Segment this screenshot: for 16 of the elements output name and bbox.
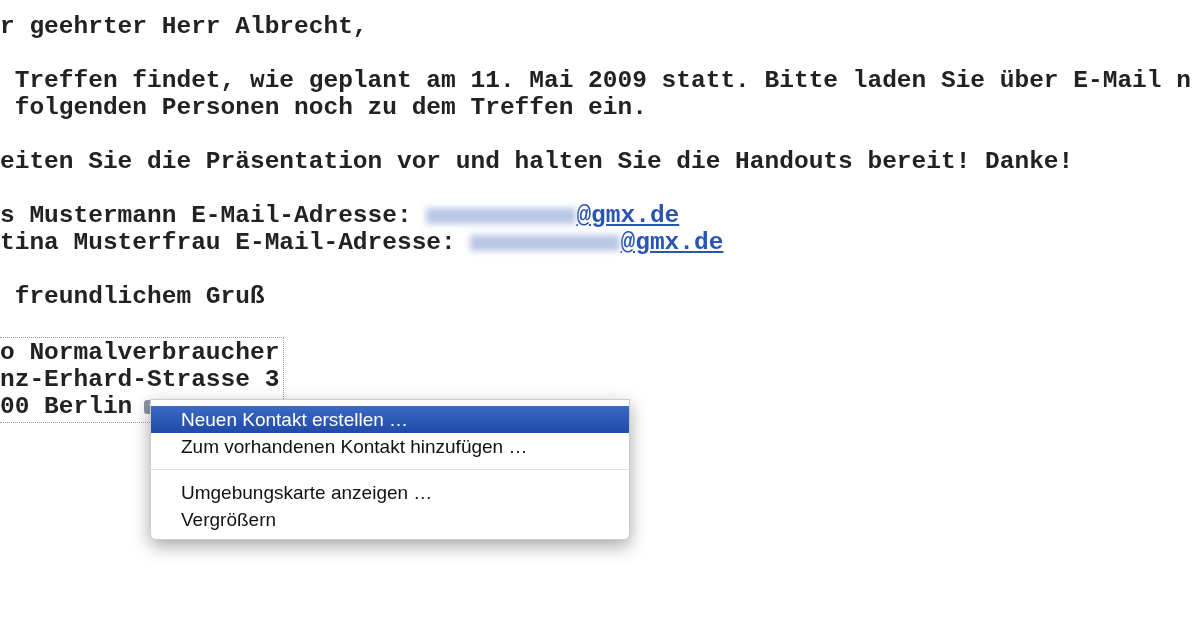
email-text: tina Musterfrau E-Mail-Adresse: <box>0 229 457 256</box>
menu-item[interactable]: Zum vorhandenen Kontakt hinzufügen … <box>151 433 629 460</box>
email-text: s Mustermann E-Mail-Adresse: <box>0 202 413 229</box>
email-link[interactable]: @gmx.de <box>576 202 680 229</box>
email-text: freundlichem Gruß <box>13 283 266 310</box>
email-text: eiten Sie die Präsentation vor und halten Sie die Handouts bereit! Danke! <box>0 148 1075 175</box>
menu-item[interactable]: Umgebungskarte anzeigen … <box>151 479 629 506</box>
email-text: folgenden Personen noch zu dem Treffen ein. <box>13 94 648 121</box>
menu-item[interactable]: Vergrößern <box>151 506 629 533</box>
email-text: r geehrter Herr Albrecht, <box>0 13 369 40</box>
address-line: nz-Erhard-Strasse 3 <box>0 366 280 393</box>
email-link[interactable]: @gmx.de <box>620 229 724 256</box>
menu-item[interactable]: Neuen Kontakt erstellen … <box>151 406 629 433</box>
email-text: Treffen findet, wie geplant am 11. Mai 2009 statt. Bitte laden Sie über E-Mail n <box>13 67 1192 94</box>
address-line: o Normalverbraucher <box>0 339 280 366</box>
address-line: 00 Berlin <box>0 393 133 420</box>
